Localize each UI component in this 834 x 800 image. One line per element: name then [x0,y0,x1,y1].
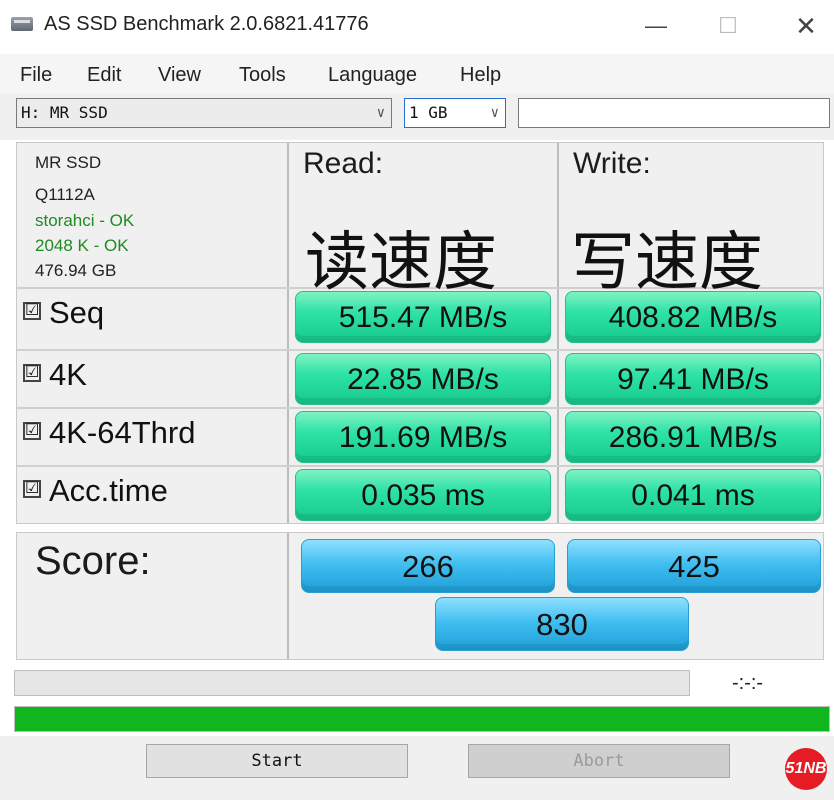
watermark-logo: 51NB [785,748,827,790]
test-4k-label[interactable]: ☑ 4K [23,357,87,413]
seq-read-result: 515.47 MB/s [295,291,551,343]
read-header: Read: [303,147,384,180]
close-button[interactable]: ✕ [782,8,830,44]
chevron-down-icon: ∨ [490,105,499,121]
test-seq-label[interactable]: ☑ Seq [23,295,104,351]
menu-view[interactable]: View [158,64,201,87]
elapsed-time: -:-:- [732,672,764,694]
drive-select[interactable]: H: MR SSD ∨ [16,98,392,128]
score-label: Score: [35,539,151,583]
checkbox-icon[interactable]: ☑ [23,363,41,382]
window-title: AS SSD Benchmark 2.0.6821.41776 [44,13,369,35]
checkbox-icon[interactable]: ☑ [23,479,41,498]
drive-name: MR SSD [35,153,102,172]
menu-edit[interactable]: Edit [87,64,121,87]
status-text-box[interactable] [518,98,830,128]
driver-status: storahci - OK [35,211,135,230]
4k64-write-result: 286.91 MB/s [565,411,821,463]
score-panel: Score: 266 425 830 [16,532,824,660]
write-score: 425 [567,539,821,593]
toolbar: H: MR SSD ∨ 1 GB ∨ [0,94,834,140]
menu-help[interactable]: Help [460,64,501,87]
drive-model: Q1112A [35,185,95,204]
acctime-write-result: 0.041 ms [565,469,821,521]
start-button[interactable]: Start [146,744,408,778]
chevron-down-icon: ∨ [376,105,385,121]
minimize-button[interactable]: — [632,8,680,44]
checkbox-icon[interactable]: ☑ [23,421,41,440]
4k-read-result: 22.85 MB/s [295,353,551,405]
drive-capacity: 476.94 GB [35,261,117,280]
read-score: 266 [301,539,555,593]
button-bar: Start Abort [0,736,834,800]
alignment-status: 2048 K - OK [35,236,129,255]
total-progress-bar [14,706,830,732]
menu-tools[interactable]: Tools [239,64,286,87]
acctime-read-result: 0.035 ms [295,469,551,521]
total-progress-fill [15,707,829,731]
abort-button[interactable]: Abort [468,744,730,778]
read-speed-caption: 读速度 [305,226,497,300]
results-panel: MR SSD Q1112A storahci - OK 2048 K - OK … [16,142,824,524]
title-bar: AS SSD Benchmark 2.0.6821.41776 — ☐ ✕ [0,0,834,54]
menu-language[interactable]: Language [328,64,417,87]
menu-bar: File Edit View Tools Language Help [0,54,834,94]
drive-select-value: H: MR SSD [21,103,108,122]
write-speed-caption: 写速度 [571,226,763,300]
checkbox-icon[interactable]: ☑ [23,301,41,320]
drive-icon [11,17,33,31]
total-score: 830 [435,597,689,651]
menu-file[interactable]: File [20,64,52,87]
maximize-button[interactable]: ☐ [704,8,752,44]
test-4k64-label[interactable]: ☑ 4K-64Thrd [23,415,195,471]
test-acctime-label[interactable]: ☑ Acc.time [23,473,168,529]
4k-write-result: 97.41 MB/s [565,353,821,405]
size-select-value: 1 GB [409,103,448,122]
size-select[interactable]: 1 GB ∨ [404,98,506,128]
write-header: Write: [573,147,651,180]
seq-write-result: 408.82 MB/s [565,291,821,343]
4k64-read-result: 191.69 MB/s [295,411,551,463]
test-progress-bar [14,670,690,696]
